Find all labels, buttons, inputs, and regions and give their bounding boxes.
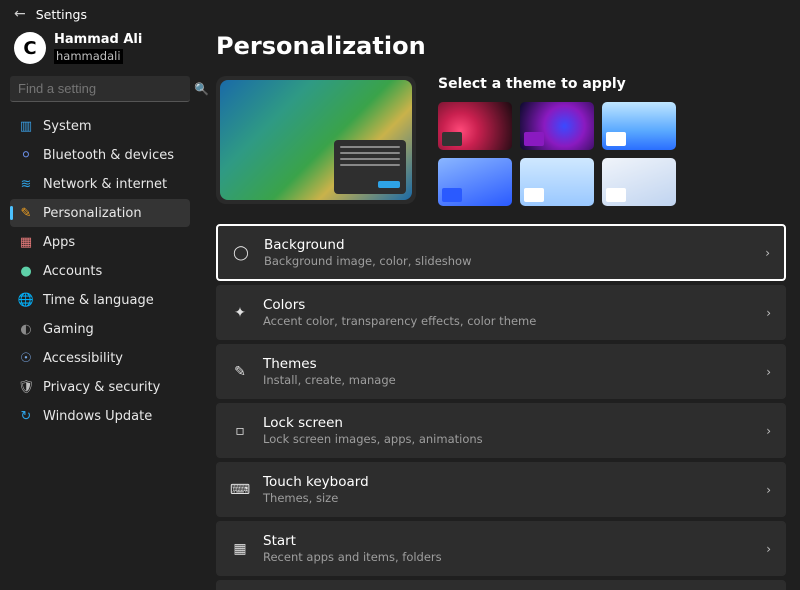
window-preview xyxy=(334,140,406,194)
gaming-icon: ◐ xyxy=(18,321,34,337)
sidebar-item-apps[interactable]: ▦Apps xyxy=(10,228,190,256)
brush-icon: ✎ xyxy=(231,364,249,380)
bluetooth-icon: ⚪ xyxy=(18,147,34,163)
start-icon: ▦ xyxy=(231,541,249,557)
display-icon: ▥ xyxy=(18,118,34,134)
chevron-right-icon: › xyxy=(766,306,771,320)
shield-icon: 🛡 xyxy=(18,379,34,395)
theme-tile[interactable] xyxy=(520,102,594,150)
desktop-preview xyxy=(216,76,416,204)
sidebar-item-bluetooth[interactable]: ⚪Bluetooth & devices xyxy=(10,141,190,169)
keyboard-icon: ⌨ xyxy=(231,482,249,498)
wifi-icon: ≋ xyxy=(18,176,34,192)
setting-start[interactable]: ▦ StartRecent apps and items, folders › xyxy=(216,521,786,576)
user-name: Hammad Ali xyxy=(54,32,142,48)
chevron-right-icon: › xyxy=(766,483,771,497)
themes-title: Select a theme to apply xyxy=(438,76,786,92)
setting-background[interactable]: ◯ BackgroundBackground image, color, sli… xyxy=(216,224,786,281)
avatar: C xyxy=(14,32,46,64)
lockscreen-icon: ▫ xyxy=(231,423,249,439)
sidebar-nav: ▥System ⚪Bluetooth & devices ≋Network & … xyxy=(10,112,190,430)
setting-themes[interactable]: ✎ ThemesInstall, create, manage › xyxy=(216,344,786,399)
theme-tile[interactable] xyxy=(438,102,512,150)
chevron-right-icon: › xyxy=(765,246,770,260)
main-content: Personalization Select a theme to apply xyxy=(196,28,800,590)
image-icon: ◯ xyxy=(232,245,250,261)
sidebar-item-privacy[interactable]: 🛡Privacy & security xyxy=(10,373,190,401)
chevron-right-icon: › xyxy=(766,424,771,438)
chevron-right-icon: › xyxy=(766,542,771,556)
setting-colors[interactable]: ✦ ColorsAccent color, transparency effec… xyxy=(216,285,786,340)
setting-touchkeyboard[interactable]: ⌨ Touch keyboardThemes, size › xyxy=(216,462,786,517)
update-icon: ↻ xyxy=(18,408,34,424)
sidebar-item-gaming[interactable]: ◐Gaming xyxy=(10,315,190,343)
theme-tile[interactable] xyxy=(602,102,676,150)
setting-lockscreen[interactable]: ▫ Lock screenLock screen images, apps, a… xyxy=(216,403,786,458)
theme-tile[interactable] xyxy=(438,158,512,206)
accessibility-icon: ☉ xyxy=(18,350,34,366)
globe-icon: 🌐 xyxy=(18,292,34,308)
theme-tile[interactable] xyxy=(602,158,676,206)
search-field[interactable] xyxy=(18,81,194,96)
settings-list: ◯ BackgroundBackground image, color, sli… xyxy=(216,224,786,590)
chevron-right-icon: › xyxy=(766,365,771,379)
sidebar-item-personalization[interactable]: ✎Personalization xyxy=(10,199,190,227)
theme-tile[interactable] xyxy=(520,158,594,206)
sidebar-item-update[interactable]: ↻Windows Update xyxy=(10,402,190,430)
themes-grid xyxy=(438,102,786,206)
sidebar-item-time[interactable]: 🌐Time & language xyxy=(10,286,190,314)
back-icon[interactable]: ← xyxy=(14,6,26,22)
sidebar-item-system[interactable]: ▥System xyxy=(10,112,190,140)
sidebar: C Hammad Ali hammadali 🔍 ▥System ⚪Blueto… xyxy=(0,28,196,590)
palette-icon: ✦ xyxy=(231,305,249,321)
setting-taskbar[interactable]: ▤ TaskbarTaskbar behaviors, system pins … xyxy=(216,580,786,590)
brush-icon: ✎ xyxy=(18,205,34,221)
apps-icon: ▦ xyxy=(18,234,34,250)
window-title: Settings xyxy=(36,7,87,22)
accounts-icon: ● xyxy=(18,263,34,279)
sidebar-item-accounts[interactable]: ●Accounts xyxy=(10,257,190,285)
user-email: hammadali xyxy=(54,49,123,65)
search-input[interactable]: 🔍 xyxy=(10,76,190,102)
sidebar-item-network[interactable]: ≋Network & internet xyxy=(10,170,190,198)
sidebar-item-accessibility[interactable]: ☉Accessibility xyxy=(10,344,190,372)
user-profile[interactable]: C Hammad Ali hammadali xyxy=(10,28,190,74)
page-title: Personalization xyxy=(216,32,786,60)
